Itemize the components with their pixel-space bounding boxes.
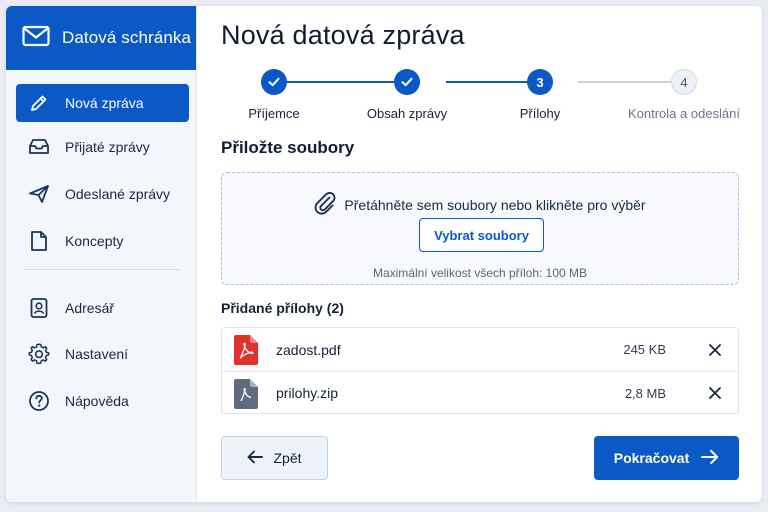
check-icon <box>268 77 280 87</box>
paperclip-icon <box>314 191 336 218</box>
page-title: Nová datová zpráva <box>221 20 465 50</box>
help-icon <box>28 390 50 412</box>
sidebar-header: Datová schránka <box>6 6 196 70</box>
attachment-row: zadost.pdf 245 KB <box>222 328 738 371</box>
sidebar: Datová schránka Nová zpráva Přijaté zprá… <box>6 6 197 502</box>
sidebar-item-label: Nápověda <box>65 393 129 409</box>
zip-file-icon <box>233 379 259 409</box>
close-icon <box>709 387 721 399</box>
step-1-circle <box>261 69 287 95</box>
pdf-file-icon <box>233 335 259 365</box>
step-label-obsah: Obsah zprávy <box>366 106 448 121</box>
attachment-size: 245 KB <box>623 342 666 357</box>
sidebar-item-label: Koncepty <box>65 233 124 249</box>
dropzone-prompt-row: Přetáhněte sem soubory nebo klikněte pro… <box>222 191 738 218</box>
gear-icon <box>28 343 50 365</box>
step-label-kontrola: Kontrola a odeslání <box>627 106 741 121</box>
attachment-row: prilohy.zip 2,8 MB <box>222 371 738 414</box>
attachment-name: prilohy.zip <box>276 385 338 401</box>
inbox-icon <box>28 136 50 158</box>
sidebar-item-label: Přijaté zprávy <box>65 139 150 155</box>
pencil-icon <box>28 92 50 114</box>
app-title: Datová schránka <box>62 28 192 47</box>
document-icon <box>28 230 50 252</box>
sidebar-item-nastaveni[interactable]: Nastavení <box>16 335 189 373</box>
step-label-prilohy: Přílohy <box>519 106 561 121</box>
attachments-list: zadost.pdf 245 KB prilohy.zip 2,8 MB <box>221 327 739 414</box>
arrow-left-icon <box>247 450 264 467</box>
step-3-circle: 3 <box>527 69 553 95</box>
remove-attachment-button[interactable] <box>706 384 724 402</box>
arrow-right-icon <box>701 449 719 468</box>
back-button[interactable]: Zpět <box>221 436 328 480</box>
attachments-title: Přidané přílohy (2) <box>221 300 344 316</box>
send-icon <box>28 183 50 205</box>
check-icon <box>401 77 413 87</box>
sidebar-item-label: Odeslané zprávy <box>65 186 171 202</box>
step-2-circle <box>394 69 420 95</box>
attachment-name: zadost.pdf <box>276 341 341 358</box>
sidebar-item-label: Adresář <box>65 300 115 316</box>
remove-attachment-button[interactable] <box>706 341 724 359</box>
continue-button-label: Pokračovat <box>613 450 690 466</box>
close-icon <box>709 343 721 356</box>
step-4-circle: 4 <box>671 69 697 95</box>
sidebar-item-odeslane-zpravy[interactable]: Odeslané zprávy <box>16 175 189 213</box>
app-window: Datová schránka Nová zpráva Přijaté zprá… <box>6 6 762 502</box>
envelope-logo-icon <box>22 25 50 52</box>
step-label-prijemce: Příjemce <box>248 106 300 121</box>
back-button-label: Zpět <box>273 450 302 466</box>
contacts-icon <box>28 297 50 319</box>
sidebar-item-napoveda[interactable]: Nápověda <box>16 382 189 420</box>
step-connector <box>578 81 684 83</box>
sidebar-divider <box>24 269 180 270</box>
sidebar-item-label: Nová zpráva <box>65 95 144 111</box>
sidebar-item-nova-zprava[interactable]: Nová zpráva <box>16 84 189 122</box>
stepper: 3 4 Příjemce Obsah zprávy Přílohy Kontro… <box>221 64 747 121</box>
sidebar-item-koncepty[interactable]: Koncepty <box>16 222 189 260</box>
dropzone-prompt: Přetáhněte sem soubory nebo klikněte pro… <box>344 196 646 213</box>
select-files-button[interactable]: Vybrat soubory <box>419 218 544 252</box>
main-content: Nová datová zpráva 3 4 Příjemce Obsah zp… <box>197 6 762 502</box>
continue-button[interactable]: Pokračovat <box>594 436 739 480</box>
section-title: Přiložte soubory <box>221 138 355 157</box>
dropzone-size-note: Maximální velikost všech příloh: 100 MB <box>372 266 588 280</box>
sidebar-item-prijate-zpravy[interactable]: Přijaté zprávy <box>16 128 189 166</box>
attachment-size: 2,8 MB <box>624 385 666 401</box>
sidebar-item-adresar[interactable]: Adresář <box>16 289 189 327</box>
sidebar-item-label: Nastavení <box>65 346 129 362</box>
file-dropzone[interactable]: Přetáhněte sem soubory nebo klikněte pro… <box>221 172 739 285</box>
